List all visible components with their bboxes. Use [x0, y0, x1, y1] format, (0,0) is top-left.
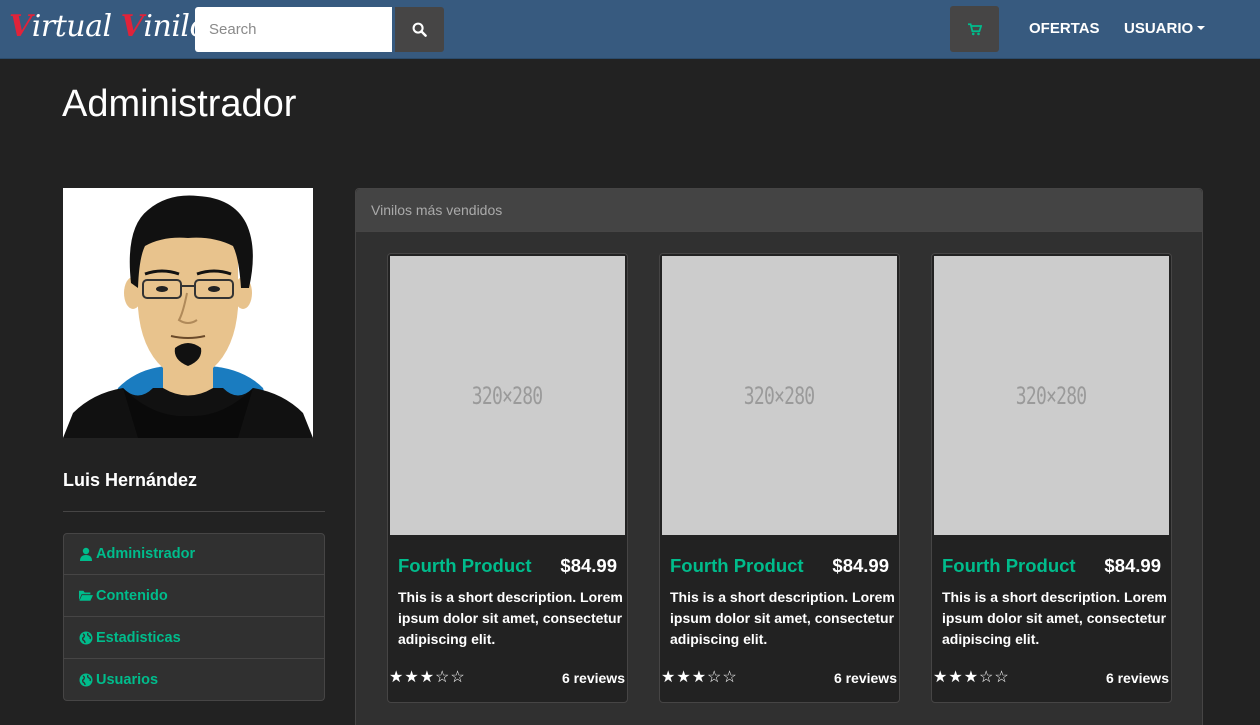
shopping-cart-icon: [967, 22, 982, 35]
star-filled-icon: ★: [963, 669, 980, 686]
product-image-placeholder[interactable]: 320×280: [662, 256, 897, 535]
product-card[interactable]: 320×280 Fourth Product $84.99 This is a …: [387, 253, 628, 703]
panel-heading: Vinilos más vendidos: [356, 189, 1202, 232]
star-empty-icon: ☆: [994, 669, 1010, 686]
product-image-placeholder[interactable]: 320×280: [934, 256, 1169, 535]
side-menu: Administrador Contenido Estadisticas Usu…: [63, 533, 325, 701]
side-menu-label: Contenido: [96, 587, 168, 604]
side-menu-item-administrador[interactable]: Administrador: [63, 533, 325, 575]
product-description: This is a short description. Lorem ipsum…: [398, 589, 623, 647]
page-title: Administrador: [62, 83, 297, 125]
top-navbar: Virtual Vinilo OFERTAS USUARIO: [0, 0, 1260, 59]
product-description: This is a short description. Lorem ipsum…: [942, 589, 1167, 647]
star-filled-icon: ★: [933, 669, 949, 686]
product-image-placeholder[interactable]: 320×280: [390, 256, 625, 535]
product-card[interactable]: 320×280 Fourth Product $84.99 This is a …: [931, 253, 1172, 703]
side-menu-item-usuarios[interactable]: Usuarios: [63, 659, 325, 701]
image-size-label: 320×280: [1016, 381, 1087, 410]
caret-down-icon: [1197, 26, 1206, 31]
star-filled-icon: ★: [691, 669, 708, 686]
search-button[interactable]: [395, 7, 444, 52]
star-empty-icon: ☆: [450, 669, 466, 686]
divider: [63, 511, 325, 512]
user-icon: [79, 547, 93, 561]
star-filled-icon: ★: [676, 669, 692, 686]
product-price: $84.99: [832, 555, 889, 576]
product-price: $84.99: [1104, 555, 1161, 576]
brand-text-1: irtual: [31, 9, 121, 44]
product-title[interactable]: Fourth Product: [398, 555, 532, 577]
folder-open-icon: [79, 589, 93, 603]
search-icon: [412, 22, 427, 37]
star-filled-icon: ★: [419, 669, 436, 686]
review-count: 6 reviews: [561, 670, 625, 686]
nav-link-ofertas[interactable]: OFERTAS: [1029, 20, 1100, 37]
star-filled-icon: ★: [661, 669, 677, 686]
image-size-label: 320×280: [744, 381, 815, 410]
star-rating: ★★★☆☆: [389, 667, 466, 687]
image-size-label: 320×280: [472, 381, 543, 410]
review-count: 6 reviews: [833, 670, 897, 686]
brand-logo[interactable]: Virtual Vinilo: [9, 9, 208, 44]
search-input[interactable]: [195, 7, 392, 52]
user-name: Luis Hernández: [63, 470, 198, 490]
star-rating: ★★★☆☆: [933, 667, 1010, 687]
brand-letter-v2: V: [120, 9, 144, 44]
side-menu-label: Estadisticas: [96, 629, 181, 646]
nav-usuario-label: USUARIO: [1124, 20, 1194, 37]
star-filled-icon: ★: [948, 669, 964, 686]
avatar: [63, 188, 313, 438]
side-menu-label: Usuarios: [96, 671, 159, 688]
product-title[interactable]: Fourth Product: [942, 555, 1076, 577]
star-filled-icon: ★: [389, 669, 405, 686]
star-empty-icon: ☆: [979, 669, 995, 686]
side-menu-item-estadisticas[interactable]: Estadisticas: [63, 617, 325, 659]
globe-icon: [79, 631, 93, 645]
star-filled-icon: ★: [404, 669, 420, 686]
side-menu-item-contenido[interactable]: Contenido: [63, 575, 325, 617]
product-title[interactable]: Fourth Product: [670, 555, 804, 577]
cart-button[interactable]: [950, 6, 999, 52]
nav-dropdown-usuario[interactable]: USUARIO: [1124, 20, 1206, 37]
star-rating: ★★★☆☆: [661, 667, 738, 687]
globe-icon: [79, 673, 93, 687]
star-empty-icon: ☆: [707, 669, 723, 686]
product-price: $84.99: [560, 555, 617, 576]
product-description: This is a short description. Lorem ipsum…: [670, 589, 895, 647]
brand-letter-v1: V: [9, 9, 32, 44]
star-empty-icon: ☆: [435, 669, 451, 686]
side-menu-label: Administrador: [96, 546, 196, 562]
star-empty-icon: ☆: [722, 669, 738, 686]
product-card[interactable]: 320×280 Fourth Product $84.99 This is a …: [659, 253, 900, 703]
review-count: 6 reviews: [1105, 670, 1169, 686]
